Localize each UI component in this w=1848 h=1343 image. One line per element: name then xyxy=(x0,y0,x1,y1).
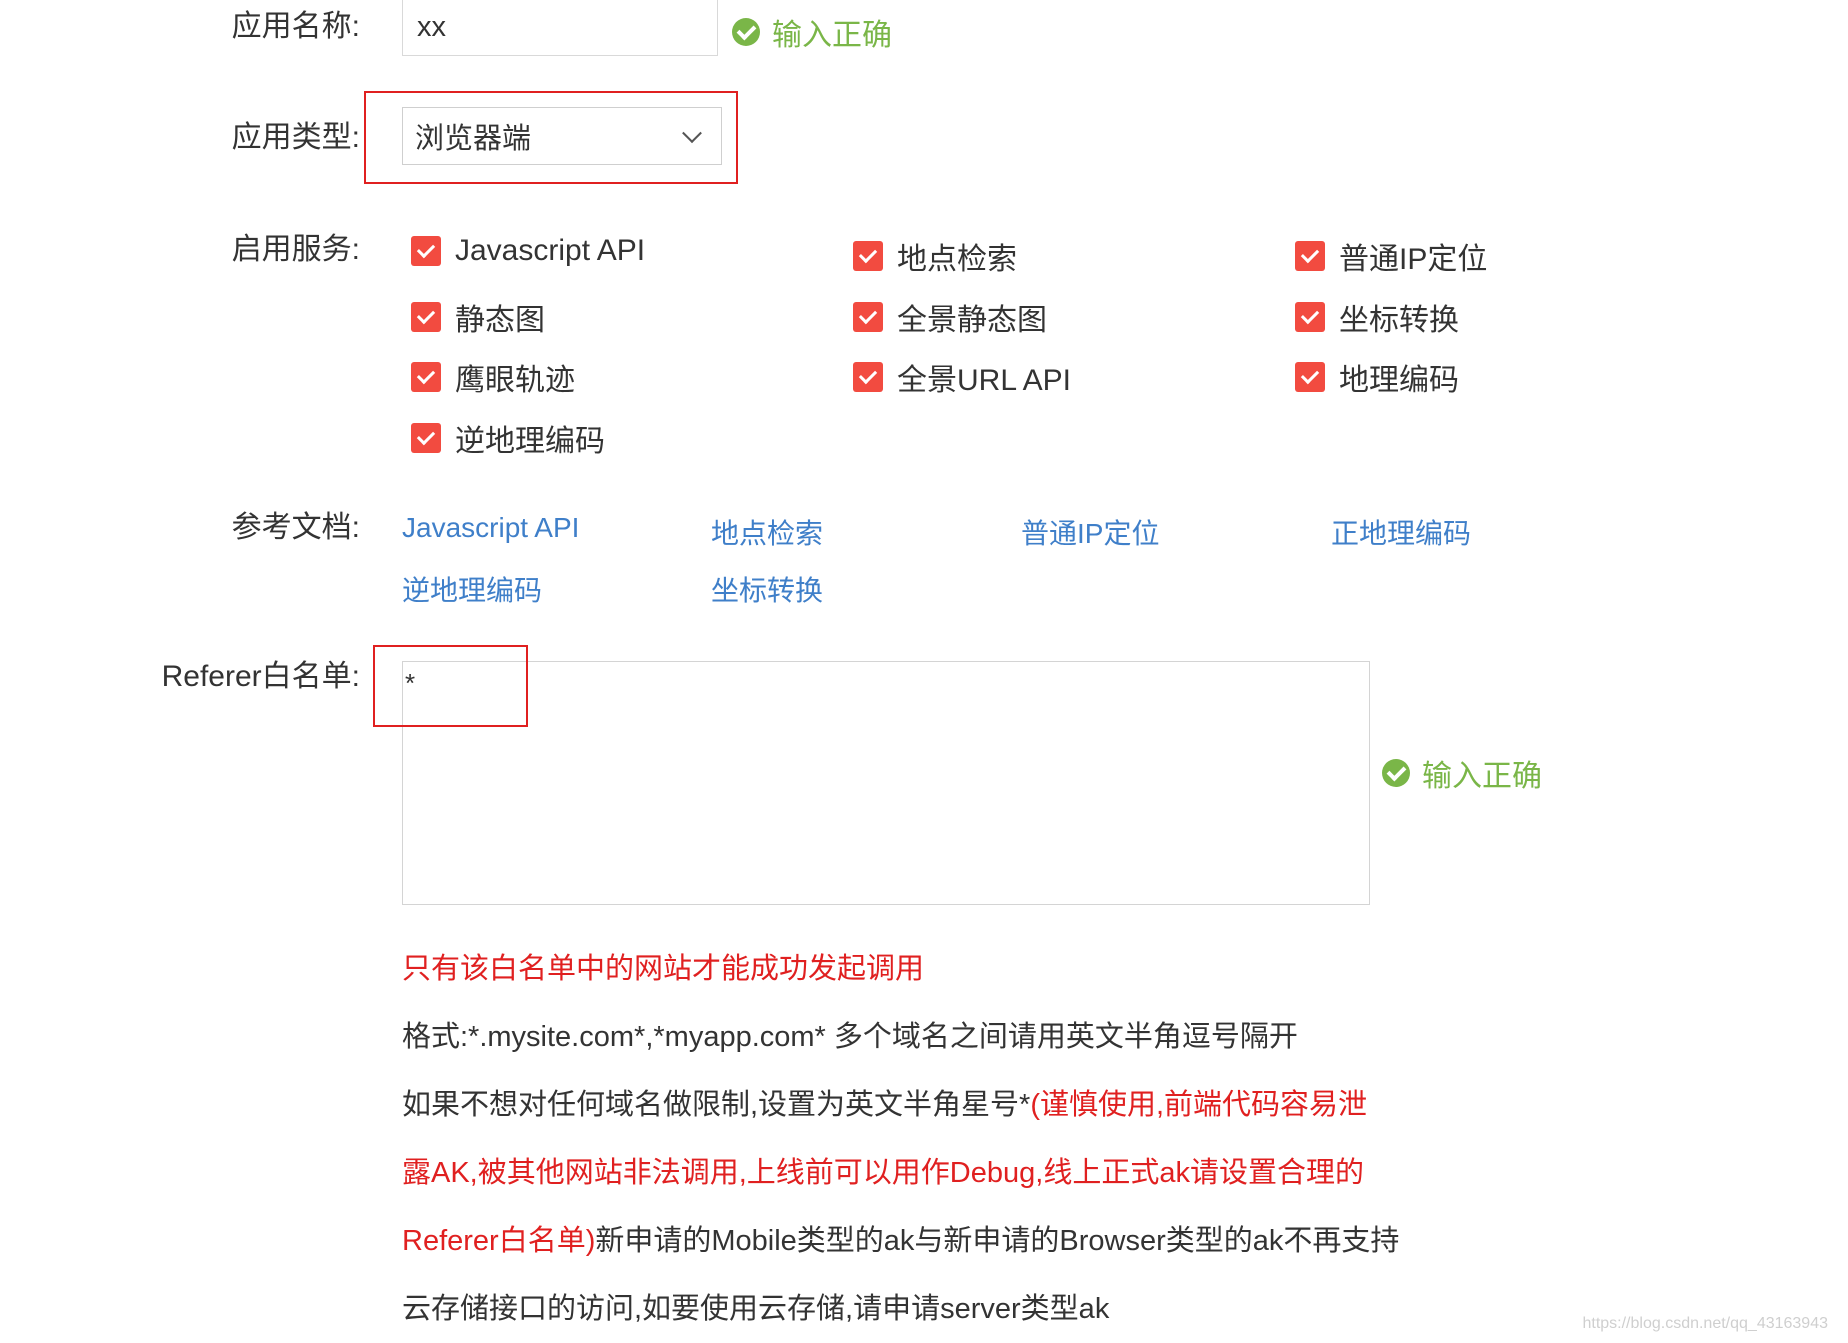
checkbox-checked-icon[interactable] xyxy=(853,302,883,332)
referer-note-4: 露AK,被其他网站非法调用,上线前可以用作Debug,线上正式ak请设置合理的 xyxy=(402,1157,1364,1189)
service-reverse-geocoding[interactable]: 逆地理编码 xyxy=(411,416,605,460)
referer-note-3-red: (谨慎使用,前端代码容易泄 xyxy=(1030,1089,1368,1121)
app-type-select[interactable]: 浏览器端 xyxy=(402,107,722,165)
service-coord-convert[interactable]: 坐标转换 xyxy=(1295,295,1459,339)
referer-valid: 输入正确 xyxy=(1382,751,1542,795)
checkbox-checked-icon[interactable] xyxy=(411,302,441,332)
service-label: 坐标转换 xyxy=(1339,304,1459,337)
service-label: Javascript API xyxy=(455,234,646,267)
doc-link-javascript-api[interactable]: Javascript API xyxy=(402,512,579,544)
app-type-value: 浏览器端 xyxy=(415,123,532,155)
service-panorama-static[interactable]: 全景静态图 xyxy=(853,295,1047,339)
referer-label: Referer白名单: xyxy=(161,660,360,693)
checkbox-checked-icon[interactable] xyxy=(1295,362,1325,392)
referer-note-3: 如果不想对任何域名做限制,设置为英文半角星号*(谨慎使用,前端代码容易泄 xyxy=(402,1081,1367,1123)
service-geocoding[interactable]: 地理编码 xyxy=(1295,355,1459,399)
checkbox-checked-icon[interactable] xyxy=(853,241,883,271)
referer-textarea[interactable]: * xyxy=(402,661,1370,905)
service-panorama-url[interactable]: 全景URL API xyxy=(853,355,1071,399)
checkbox-checked-icon[interactable] xyxy=(411,423,441,453)
referer-note-format: 格式:*.mysite.com*,*myapp.com* 多个域名之间请用英文半… xyxy=(402,1021,1298,1053)
chevron-down-icon xyxy=(682,123,702,144)
app-name-input[interactable]: xx xyxy=(402,0,718,56)
checkbox-checked-icon[interactable] xyxy=(411,236,441,266)
service-ip-location[interactable]: 普通IP定位 xyxy=(1295,234,1487,278)
referer-note-1: 只有该白名单中的网站才能成功发起调用 xyxy=(402,953,925,985)
doc-link-place-search[interactable]: 地点检索 xyxy=(711,512,823,552)
docs-label: 参考文档: xyxy=(231,511,360,544)
checkbox-checked-icon[interactable] xyxy=(411,362,441,392)
app-name-valid-text: 输入正确 xyxy=(772,19,892,52)
referer-valid-text: 输入正确 xyxy=(1422,760,1542,793)
referer-note-3-plain: 如果不想对任何域名做限制,设置为英文半角星号* xyxy=(402,1089,1031,1121)
referer-note-6: 云存储接口的访问,如要使用云存储,请申请server类型ak xyxy=(402,1293,1110,1325)
referer-note-5-plain: 新申请的Mobile类型的ak与新申请的Browser类型的ak不再支持 xyxy=(595,1225,1400,1257)
checkbox-checked-icon[interactable] xyxy=(853,362,883,392)
referer-highlight xyxy=(373,645,528,727)
service-track[interactable]: 鹰眼轨迹 xyxy=(411,355,575,399)
service-static-map[interactable]: 静态图 xyxy=(411,295,545,339)
app-name-label: 应用名称: xyxy=(231,10,360,43)
watermark: https://blog.csdn.net/qq_43163943 xyxy=(1582,1315,1828,1332)
app-name-value: xx xyxy=(417,11,446,43)
checkbox-checked-icon[interactable] xyxy=(1295,302,1325,332)
checkbox-checked-icon[interactable] xyxy=(1295,241,1325,271)
service-place-search[interactable]: 地点检索 xyxy=(853,234,1017,278)
service-label: 普通IP定位 xyxy=(1339,243,1488,276)
doc-link-ip-location[interactable]: 普通IP定位 xyxy=(1021,512,1159,552)
service-label: 鹰眼轨迹 xyxy=(455,364,575,397)
doc-link-reverse-geocoding[interactable]: 逆地理编码 xyxy=(402,569,542,609)
doc-link-coord-convert[interactable]: 坐标转换 xyxy=(711,569,823,609)
service-label: 地点检索 xyxy=(897,243,1017,276)
service-label: 逆地理编码 xyxy=(455,425,605,458)
doc-link-geocoding[interactable]: 正地理编码 xyxy=(1331,512,1471,552)
services-label: 启用服务: xyxy=(231,233,360,266)
check-circle-icon xyxy=(1382,759,1410,787)
app-name-valid: 输入正确 xyxy=(732,10,892,54)
service-javascript-api[interactable]: Javascript API xyxy=(411,234,645,268)
service-label: 静态图 xyxy=(455,304,545,337)
app-type-label: 应用类型: xyxy=(231,121,360,154)
service-label: 全景URL API xyxy=(897,364,1071,397)
service-label: 地理编码 xyxy=(1339,364,1459,397)
check-circle-icon xyxy=(732,18,760,46)
referer-note-5-red: Referer白名单) xyxy=(402,1225,596,1257)
service-label: 全景静态图 xyxy=(897,304,1047,337)
referer-note-5: Referer白名单)新申请的Mobile类型的ak与新申请的Browser类型… xyxy=(402,1217,1399,1259)
